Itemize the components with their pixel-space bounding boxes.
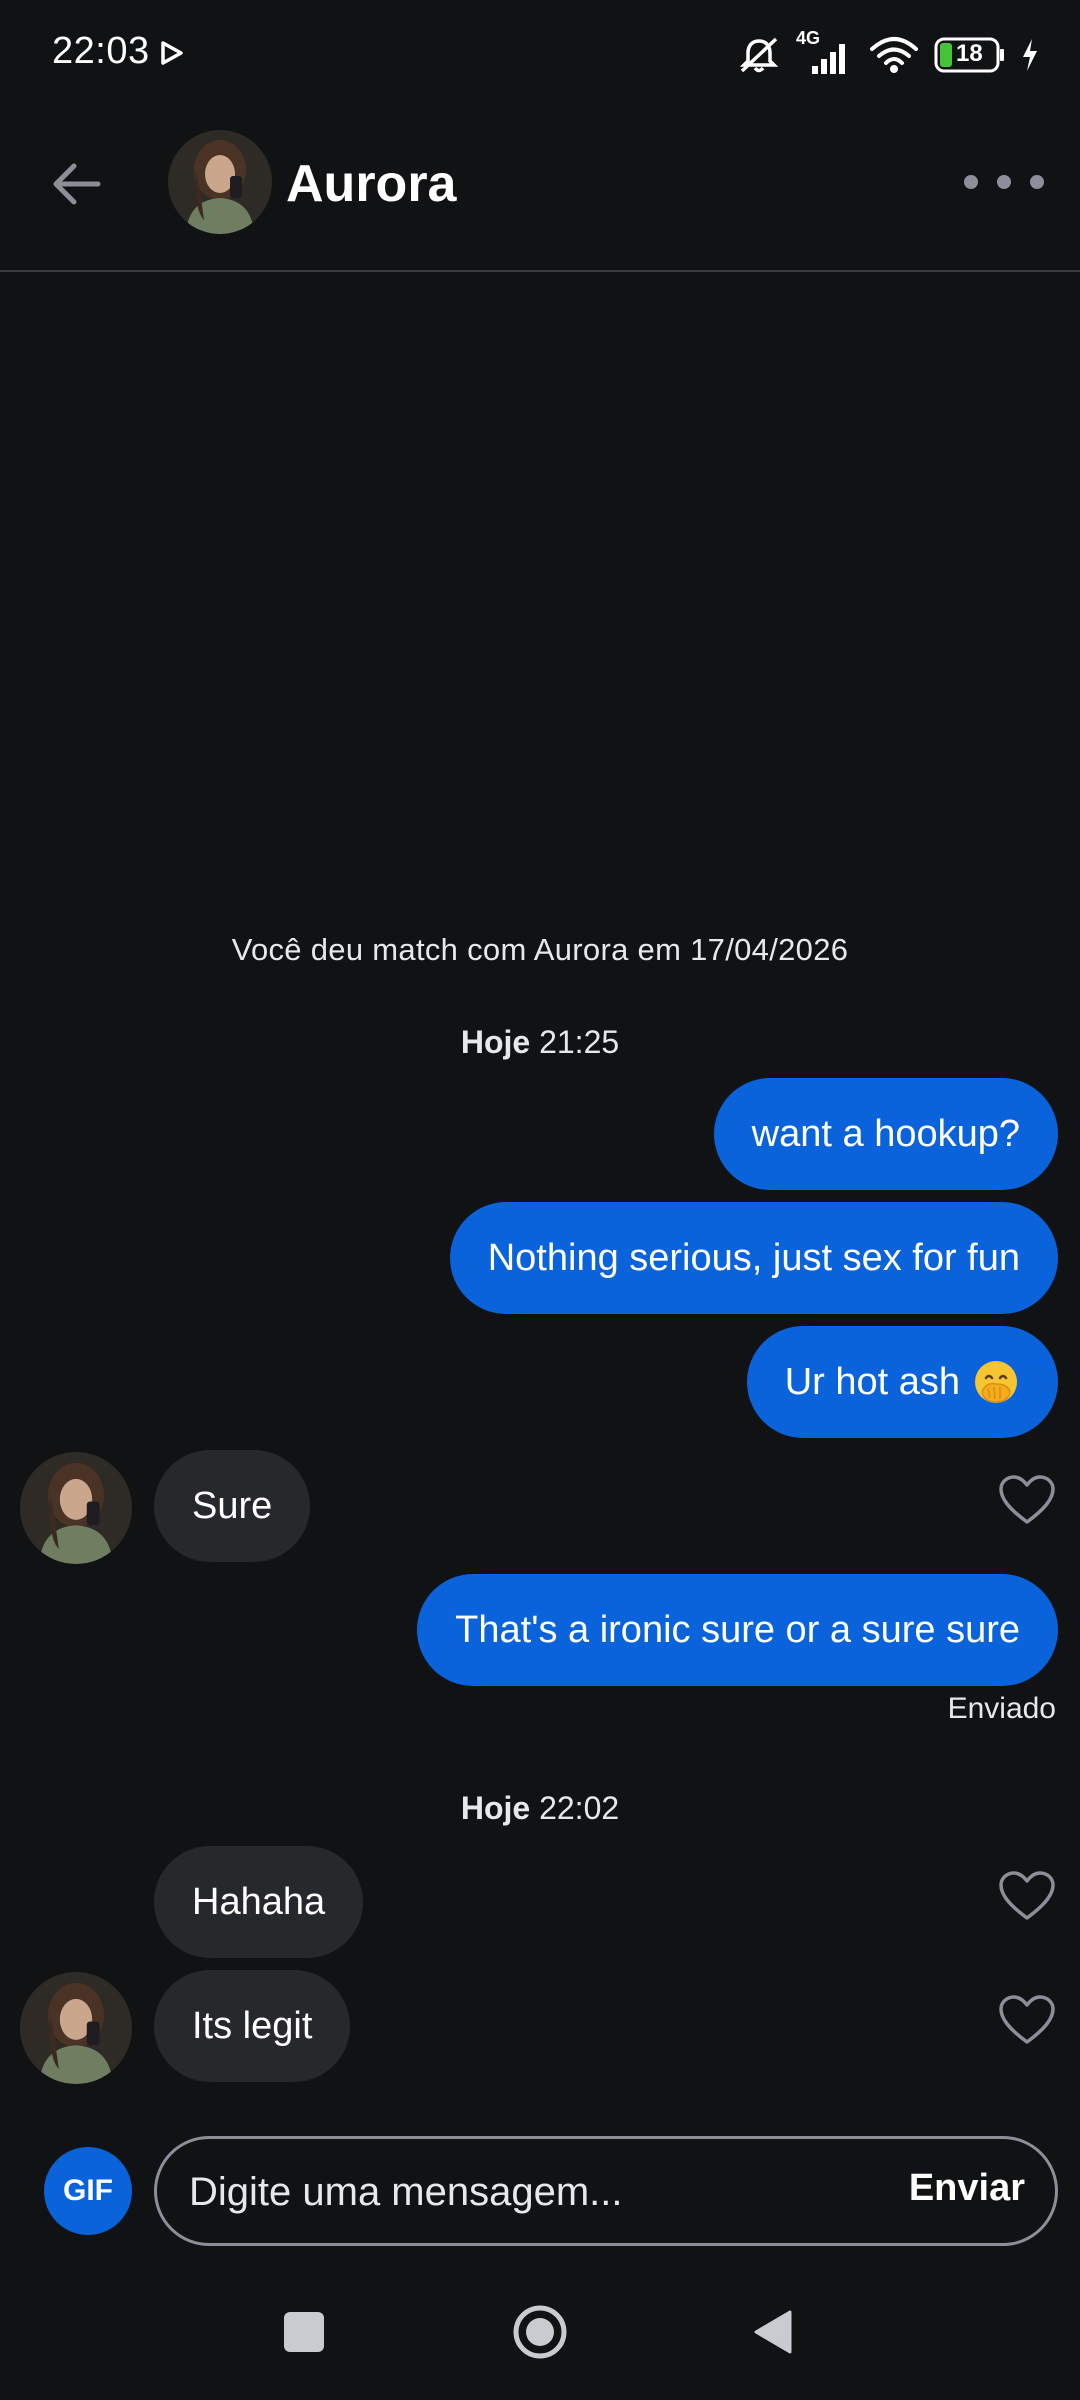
- nav-back-icon[interactable]: [752, 2308, 794, 2356]
- message-text: want a hookup?: [751, 1112, 1020, 1155]
- message-bubble[interactable]: want a hookup?: [713, 1078, 1058, 1190]
- timestamp-divider: Hoje 22:02: [0, 1790, 1080, 1827]
- message-bubble[interactable]: That's a ironic sure or a sure sure: [417, 1574, 1058, 1686]
- battery-icon: 18: [934, 37, 1006, 73]
- charging-icon: [1023, 39, 1037, 71]
- match-notice: Você deu match com Aurora em 17/04/2026: [231, 932, 849, 967]
- message-text: Hahaha: [192, 1880, 326, 1923]
- gif-button[interactable]: GIF: [44, 2147, 132, 2235]
- recents-icon[interactable]: [284, 2312, 324, 2352]
- avatar[interactable]: [20, 1452, 132, 1564]
- heart-icon[interactable]: [998, 1474, 1056, 1526]
- message-status: Enviado: [947, 1692, 1056, 1725]
- status-time: 22:03: [52, 30, 150, 72]
- status-icons: 4G 18: [736, 28, 1040, 80]
- face-with-hand-over-mouth-icon: [975, 1361, 1017, 1403]
- back-button[interactable]: [40, 148, 112, 220]
- message-text: That's a ironic sure or a sure sure: [455, 1608, 1020, 1651]
- avatar[interactable]: [20, 1972, 132, 2084]
- message-bubble[interactable]: Hahaha: [154, 1846, 364, 1958]
- wifi-icon: [870, 37, 918, 73]
- play-icon: [161, 41, 183, 65]
- message-text: Sure: [192, 1484, 273, 1527]
- timestamp-time: 22:02: [539, 1790, 620, 1826]
- timestamp-day: Hoje: [460, 1790, 531, 1826]
- message-input[interactable]: [187, 2139, 871, 2245]
- more-options-icon[interactable]: [964, 162, 1044, 202]
- avatar[interactable]: [168, 130, 272, 234]
- message-text: Nothing serious, just sex for fun: [487, 1236, 1020, 1279]
- message-composer: Enviar: [154, 2136, 1058, 2246]
- message-bubble[interactable]: Nothing serious, just sex for fun: [449, 1202, 1058, 1314]
- timestamp-day: Hoje: [460, 1024, 531, 1060]
- heart-icon[interactable]: [998, 1870, 1056, 1922]
- heart-icon[interactable]: [998, 1994, 1056, 2046]
- contact-name[interactable]: Aurora: [286, 154, 456, 214]
- message-bubble[interactable]: Ur hot ash: [746, 1326, 1058, 1438]
- back-arrow-icon: [53, 163, 101, 205]
- timestamp-time: 21:25: [539, 1024, 620, 1060]
- message-text: Its legit: [192, 2004, 313, 2047]
- chat-screen: 22:03 4G 18 Aurora Você deu match com Au…: [0, 0, 1080, 2400]
- battery-level: 18: [956, 40, 983, 67]
- system-nav-bar: [0, 2290, 1080, 2400]
- signal-icon: 4G: [796, 28, 854, 78]
- status-bar: 22:03 4G 18: [0, 0, 1080, 108]
- mute-icon: [739, 37, 779, 73]
- message-bubble[interactable]: Its legit: [154, 1970, 351, 2082]
- message-bubble[interactable]: Sure: [154, 1450, 311, 1562]
- chat-header: Aurora: [0, 108, 1080, 272]
- home-icon[interactable]: [512, 2304, 568, 2360]
- send-button[interactable]: Enviar: [909, 2167, 1025, 2210]
- timestamp-divider: Hoje 21:25: [0, 1024, 1080, 1061]
- message-text: Ur hot ash: [784, 1360, 960, 1403]
